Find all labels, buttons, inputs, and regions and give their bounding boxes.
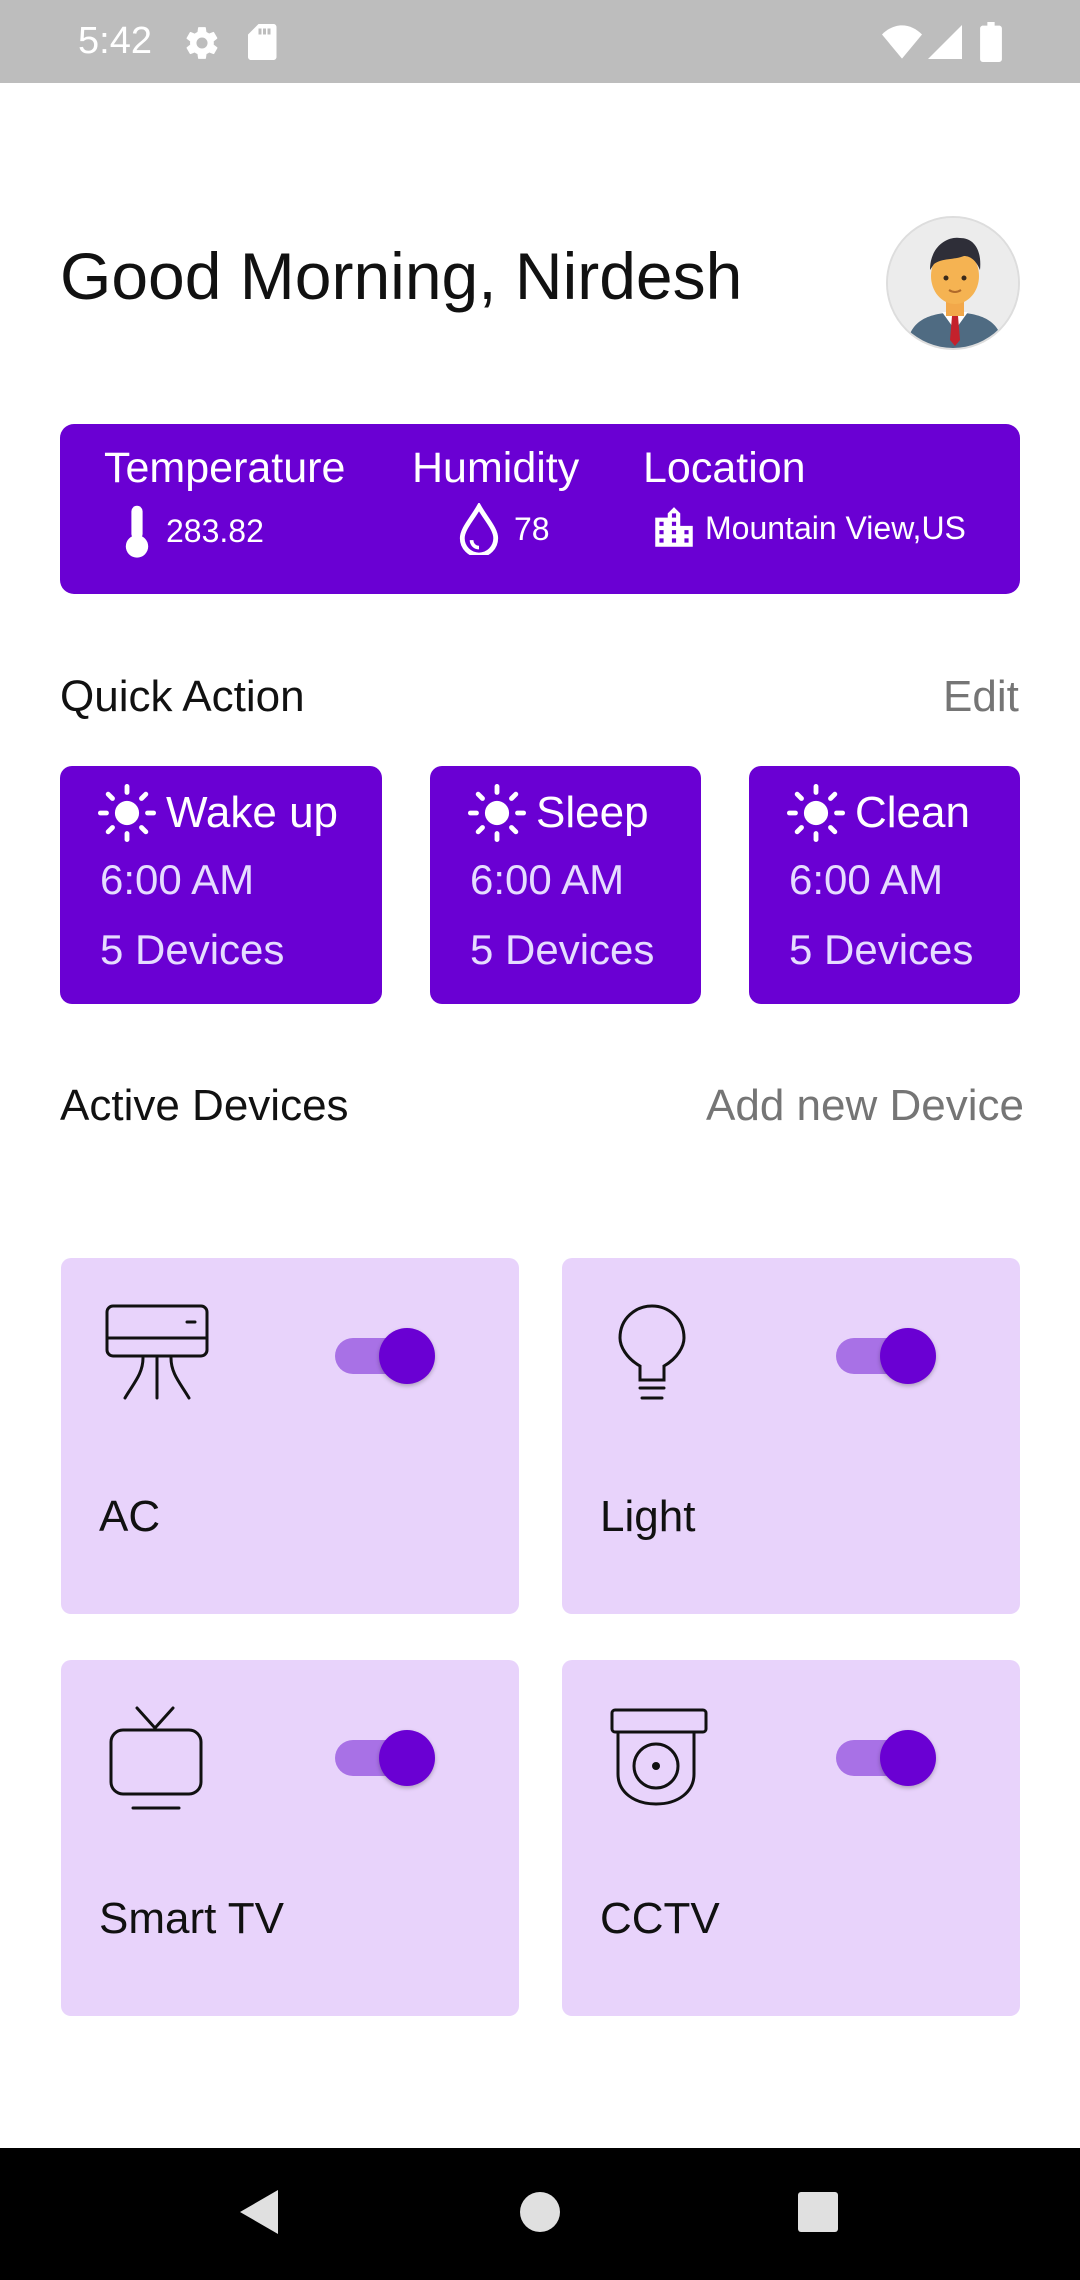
avatar[interactable]	[886, 216, 1020, 350]
edit-button[interactable]: Edit	[943, 672, 1019, 722]
quick-action-time: 6:00 AM	[789, 856, 944, 903]
cctv-camera-icon	[610, 1708, 708, 1806]
device-label: CCTV	[600, 1894, 720, 1943]
user-avatar-icon	[888, 218, 1018, 348]
settings-icon	[186, 27, 218, 59]
quick-action-title: Quick Action	[60, 672, 305, 721]
toggle-thumb	[880, 1730, 936, 1786]
quick-action-name: Clean	[855, 788, 970, 837]
quick-action-name: Sleep	[536, 788, 649, 837]
navigation-bar	[0, 2148, 1080, 2280]
sun-icon	[468, 784, 526, 842]
cctv-toggle[interactable]	[836, 1730, 936, 1786]
tv-icon	[109, 1706, 203, 1810]
home-icon[interactable]	[518, 2190, 562, 2234]
device-label: Light	[600, 1492, 696, 1541]
cellular-signal-icon	[928, 25, 962, 59]
add-new-device-button[interactable]: Add new Device	[706, 1081, 1024, 1131]
active-devices-title: Active Devices	[60, 1081, 349, 1130]
ac-toggle[interactable]	[335, 1328, 435, 1384]
location-value: Mountain View,US	[705, 509, 966, 546]
quick-action-name: Wake up	[166, 788, 339, 837]
sun-icon	[787, 784, 845, 842]
air-conditioner-icon	[105, 1304, 209, 1400]
quick-action-time: 6:00 AM	[100, 856, 255, 903]
quick-action-devices: 5 Devices	[789, 926, 974, 973]
sd-card-icon	[248, 24, 277, 60]
light-bulb-icon	[618, 1304, 686, 1400]
device-card-light[interactable]: Light	[562, 1258, 1020, 1614]
water-drop-icon	[459, 503, 499, 555]
humidity-value: 78	[514, 510, 550, 547]
smart-tv-toggle[interactable]	[335, 1730, 435, 1786]
quick-action-card-sleep[interactable]: Sleep 6:00 AM 5 Devices	[430, 766, 701, 1004]
temperature-block: Temperature 283.82	[104, 444, 345, 559]
location-label: Location	[643, 444, 806, 492]
greeting-title: Good Morning, Nirdesh	[60, 239, 743, 313]
sun-icon	[98, 784, 156, 842]
wifi-icon	[882, 25, 922, 59]
thermometer-icon	[125, 505, 149, 558]
city-buildings-icon	[655, 507, 693, 547]
device-label: Smart TV	[99, 1894, 285, 1943]
location-block: Location Mountain View,US	[643, 444, 966, 553]
device-card-smart-tv[interactable]: Smart TV	[61, 1660, 519, 2016]
quick-action-time: 6:00 AM	[470, 856, 625, 903]
toggle-thumb	[379, 1730, 435, 1786]
quick-action-card-clean[interactable]: Clean 6:00 AM 5 Devices	[749, 766, 1020, 1004]
temperature-value: 283.82	[166, 512, 264, 549]
quick-action-card-wake-up[interactable]: Wake up 6:00 AM 5 Devices	[60, 766, 382, 1004]
toggle-thumb	[880, 1328, 936, 1384]
status-time: 5:42	[78, 20, 152, 62]
toggle-thumb	[379, 1328, 435, 1384]
status-bar: 5:42	[0, 0, 1080, 83]
quick-action-devices: 5 Devices	[470, 926, 655, 973]
quick-action-devices: 5 Devices	[100, 926, 285, 973]
device-card-ac[interactable]: AC	[61, 1258, 519, 1614]
device-label: AC	[99, 1492, 161, 1541]
battery-icon	[980, 22, 1002, 62]
recents-icon[interactable]	[798, 2192, 838, 2232]
device-card-cctv[interactable]: CCTV	[562, 1660, 1020, 2016]
back-icon[interactable]	[236, 2184, 282, 2240]
temperature-label: Temperature	[104, 444, 346, 492]
humidity-block: Humidity 78	[412, 444, 579, 555]
light-toggle[interactable]	[836, 1328, 936, 1384]
weather-card: Temperature 283.82 Humidity 78 Location …	[60, 424, 1020, 594]
humidity-label: Humidity	[412, 444, 580, 492]
